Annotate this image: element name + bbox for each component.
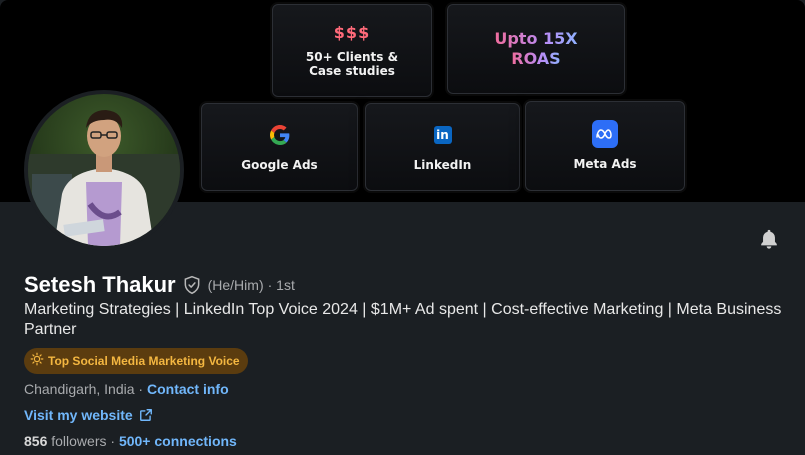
top-voice-badge[interactable]: Top Social Media Marketing Voice [24, 348, 248, 374]
notification-bell-icon[interactable] [758, 228, 780, 250]
website-row[interactable]: Visit my website [24, 407, 153, 423]
avatar[interactable] [24, 90, 184, 250]
external-link-icon[interactable] [139, 408, 153, 422]
meta-icon [592, 120, 618, 148]
followers-count: 856 [24, 433, 48, 449]
followers-label: followers [47, 433, 107, 449]
banner-card-meta-ads: Meta Ads [525, 101, 685, 191]
website-link[interactable]: Visit my website [24, 407, 133, 423]
stats-row: 856 followers · 500+ connections [24, 433, 237, 449]
location-row: Chandigarh, India · Contact info [24, 381, 229, 397]
profile-name: Setesh Thakur [24, 272, 176, 297]
badge-label: Top Social Media Marketing Voice [48, 354, 240, 368]
banner-card-linkedin: in LinkedIn [365, 103, 520, 191]
stats-separator: · [106, 433, 119, 449]
money-text: $$$ [333, 23, 371, 42]
location-separator: · [134, 381, 147, 397]
connection-degree: · 1st [267, 277, 295, 293]
banner-card-clients: $$$ 50+ Clients & Case studies [272, 4, 432, 97]
clients-label-line2: Case studies [309, 64, 395, 78]
connections-link[interactable]: 500+ connections [119, 433, 237, 449]
banner-card-google-ads: Google Ads [201, 103, 358, 191]
clients-label-line1: 50+ Clients & [305, 50, 399, 64]
banner-card-roas: Upto 15X ROAS [447, 4, 625, 94]
linkedin-icon: in [430, 122, 456, 148]
profile-headline: Marketing Strategies | LinkedIn Top Voic… [24, 301, 782, 338]
verified-shield-icon[interactable] [182, 275, 202, 295]
pronouns: (He/Him) [207, 277, 264, 293]
roas-line1: Upto 15X [494, 29, 578, 48]
location: Chandigarh, India [24, 381, 135, 397]
lightbulb-icon [30, 352, 44, 371]
name-row: Setesh Thakur (He/Him) · 1st [24, 272, 295, 298]
contact-info-link[interactable]: Contact info [147, 381, 229, 397]
google-ads-label: Google Ads [241, 158, 318, 172]
linkedin-icon-text: in [433, 126, 452, 144]
roas-line2: ROAS [511, 49, 561, 68]
google-icon [267, 122, 293, 148]
meta-ads-label: Meta Ads [573, 157, 637, 171]
linkedin-label: LinkedIn [413, 158, 472, 172]
